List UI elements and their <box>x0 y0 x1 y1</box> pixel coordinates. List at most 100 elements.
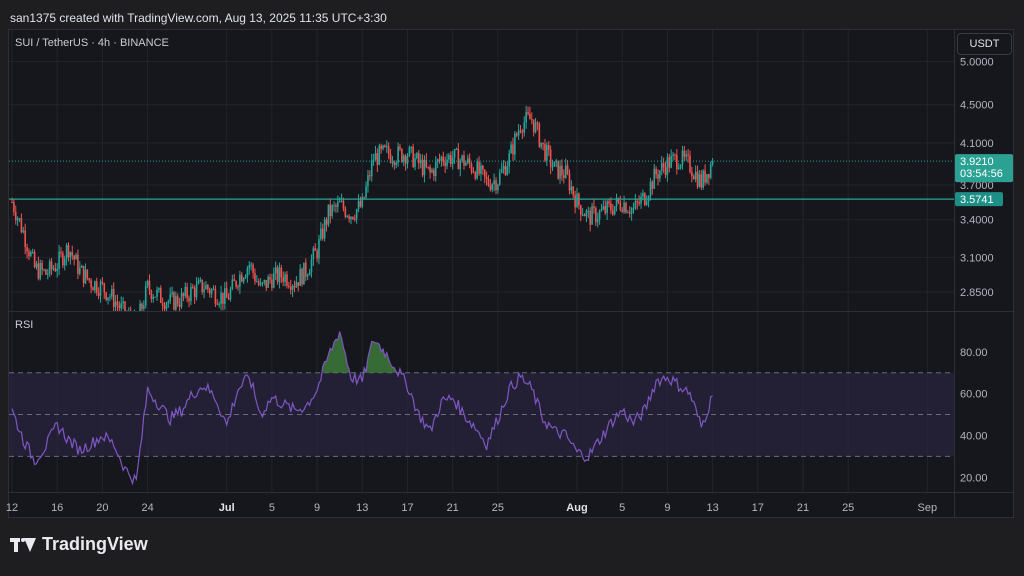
candle-body <box>493 180 495 185</box>
candle-body <box>361 197 364 207</box>
candle-body <box>282 277 284 282</box>
candle-body <box>37 263 40 279</box>
candle-body <box>50 261 53 269</box>
candle-body <box>466 158 469 163</box>
candle-body <box>69 252 72 258</box>
candle-body <box>527 112 529 114</box>
candle-body <box>585 210 588 217</box>
candle-body <box>470 164 473 172</box>
candle-body <box>350 216 352 220</box>
candle-body <box>636 200 639 203</box>
candle-body <box>288 285 290 287</box>
candle-body <box>461 155 463 161</box>
candle-body <box>453 149 456 158</box>
candle-body <box>28 251 30 256</box>
candle-body <box>480 165 482 174</box>
candle-body <box>474 172 477 179</box>
x-axis-tick-label: Jul <box>219 502 235 514</box>
candle-body <box>239 274 241 287</box>
candle-body <box>391 161 394 163</box>
candle-body <box>225 288 228 298</box>
candle-body <box>433 169 435 177</box>
candle-body <box>312 248 315 260</box>
candle-body <box>214 288 217 304</box>
candle-body <box>295 282 298 288</box>
price-axis-tick-label: 4.1000 <box>960 138 994 150</box>
x-axis-tick-label: 13 <box>706 502 718 514</box>
candle-body <box>126 315 128 316</box>
candle-body <box>136 314 138 322</box>
candle-body <box>335 205 337 207</box>
candle-body <box>244 276 247 279</box>
candle-body <box>169 294 171 302</box>
price-axis-tick-label: 5.0000 <box>960 57 994 69</box>
candle-body <box>495 180 497 191</box>
candle-body <box>370 160 373 177</box>
candle-body <box>540 142 543 147</box>
candle-body <box>173 292 175 310</box>
candle-body <box>416 153 418 159</box>
candle-body <box>352 216 354 219</box>
candle-body <box>372 160 375 162</box>
currency-unit-button[interactable]: USDT <box>957 33 1012 55</box>
candle-body <box>165 303 168 309</box>
candle-body <box>570 186 573 191</box>
candle-body <box>630 208 633 214</box>
candle-body <box>199 279 202 281</box>
candle-body <box>346 216 349 218</box>
candle-body <box>274 267 277 274</box>
candle-body <box>26 246 28 252</box>
candle-body <box>109 296 111 298</box>
candle-body <box>259 283 262 285</box>
candle-body <box>674 154 676 156</box>
candle-body <box>54 268 57 272</box>
candle-body <box>62 253 64 266</box>
candle-body <box>489 185 492 190</box>
candle-body <box>45 269 47 275</box>
candle-body <box>385 146 388 148</box>
candle-body <box>591 206 593 225</box>
price-and-rsi-chart[interactable]: 12 16 20 24 Jul 5 9 13 17 21 25 Aug 5 9 13 17 21 25 Sep 5.0… <box>0 0 1024 576</box>
candle-body <box>404 155 407 164</box>
candle-body <box>662 163 665 168</box>
candle-body <box>549 149 552 167</box>
candle-body <box>627 212 629 214</box>
candle-body <box>86 269 89 279</box>
candle-body <box>122 301 124 304</box>
tradingview-logo[interactable]: TradingView <box>10 534 148 555</box>
candle-body <box>538 123 541 147</box>
candle-body <box>261 282 264 284</box>
candle-body <box>482 165 484 170</box>
candle-body <box>265 279 268 288</box>
candle-body <box>342 200 345 209</box>
candle-body <box>593 206 595 209</box>
candle-body <box>610 203 612 211</box>
candle-body <box>551 166 554 168</box>
candle-body <box>676 154 678 170</box>
candle-body <box>397 146 399 163</box>
x-axis-tick-label: 12 <box>6 502 18 514</box>
candle-body <box>653 168 656 189</box>
candle-body <box>638 202 640 204</box>
candle-body <box>14 211 17 221</box>
candle-body <box>178 304 181 307</box>
candle-body <box>640 196 642 204</box>
candle-body <box>517 130 520 136</box>
candle-body <box>448 154 450 160</box>
candle-body <box>581 214 584 216</box>
candle-body <box>192 286 194 289</box>
candle-body <box>116 301 119 305</box>
candle-body <box>35 263 38 268</box>
tradingview-logo-icon <box>10 537 36 553</box>
price-axis-tick-label: 3.1000 <box>960 252 994 264</box>
candle-body <box>39 263 42 279</box>
rsi-axis-tick-label: 40.00 <box>960 430 988 442</box>
candle-body <box>263 279 266 283</box>
candle-body <box>340 200 343 202</box>
candle-body <box>532 119 535 133</box>
candle-body <box>218 303 220 305</box>
candle-body <box>649 181 652 197</box>
candle-body <box>431 169 433 173</box>
candle-body <box>137 319 139 323</box>
candle-body <box>536 122 539 124</box>
